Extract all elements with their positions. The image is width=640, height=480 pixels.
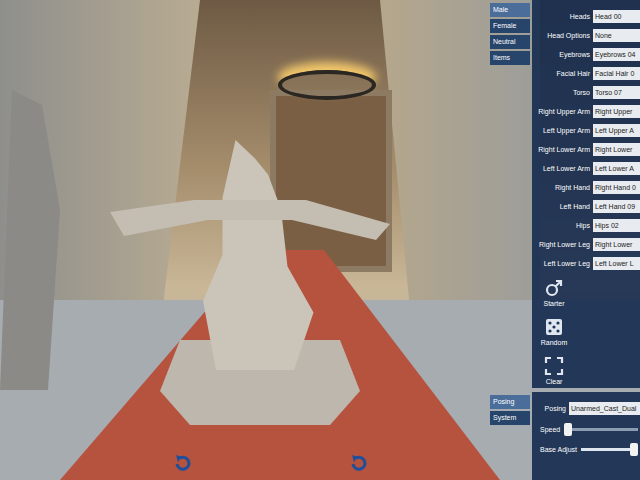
part-dropdown[interactable]: None bbox=[593, 29, 640, 42]
gender-tabs: Male Female Neutral Items bbox=[490, 0, 530, 388]
bottom-tab[interactable]: Posing bbox=[490, 395, 530, 409]
bottom-tab[interactable]: System bbox=[490, 411, 530, 425]
actions: Starter Random Clear bbox=[534, 274, 640, 385]
part-row: Left Lower LegLeft Lower L bbox=[534, 255, 640, 271]
part-row: Left Upper ArmLeft Upper A bbox=[534, 122, 640, 138]
part-dropdown[interactable]: Left Lower A bbox=[593, 162, 640, 175]
action-button[interactable]: Starter bbox=[540, 278, 568, 307]
posing-row: PosingUnarmed_Cast_Dual bbox=[534, 400, 640, 416]
part-dropdown[interactable]: Right Lower bbox=[593, 143, 640, 156]
part-dropdown[interactable]: Right Upper bbox=[593, 105, 640, 118]
slider-track[interactable] bbox=[581, 448, 638, 451]
action-button[interactable]: Random bbox=[540, 317, 568, 346]
part-dropdown[interactable]: Facial Hair 0 bbox=[593, 67, 640, 80]
parts-panel: HeadsHead 00 Head OptionsNone EyebrowsEyeb… bbox=[532, 0, 640, 388]
action-label: Clear bbox=[546, 378, 563, 385]
part-dropdown[interactable]: Torso 07 bbox=[593, 86, 640, 99]
part-row: Right Lower ArmRight Lower bbox=[534, 141, 640, 157]
part-label: Left Hand bbox=[534, 203, 590, 210]
side-panel: Male Female Neutral Items HeadsHead 00 Head O… bbox=[490, 0, 640, 480]
chandelier bbox=[278, 70, 376, 100]
part-dropdown[interactable]: Head 00 bbox=[593, 10, 640, 23]
part-dropdown[interactable]: Right Lower bbox=[593, 238, 640, 251]
rotate-icon[interactable] bbox=[172, 452, 194, 474]
slider-label: Speed bbox=[540, 426, 560, 433]
gender-tab[interactable]: Neutral bbox=[490, 35, 530, 49]
part-label: Left Lower Leg bbox=[534, 260, 590, 267]
part-row: Left Lower ArmLeft Lower A bbox=[534, 160, 640, 176]
part-label: Right Lower Leg bbox=[534, 241, 590, 248]
part-dropdown[interactable]: Left Upper A bbox=[593, 124, 640, 137]
part-label: Torso bbox=[534, 89, 590, 96]
part-row: EyebrowsEyebrows 04 bbox=[534, 46, 640, 62]
part-label: Hips bbox=[534, 222, 590, 229]
slider-row: Speed bbox=[534, 422, 640, 436]
part-row: Facial HairFacial Hair 0 bbox=[534, 65, 640, 81]
rotate-button[interactable] bbox=[348, 452, 370, 474]
part-row: HeadsHead 00 bbox=[534, 8, 640, 24]
rotate-icon[interactable] bbox=[348, 452, 370, 474]
part-dropdown[interactable]: Eyebrows 04 bbox=[593, 48, 640, 61]
part-label: Head Options bbox=[534, 32, 590, 39]
bottom-tabs: Posing System bbox=[490, 392, 530, 480]
part-label: Left Lower Arm bbox=[534, 165, 590, 172]
action-label: Starter bbox=[543, 300, 564, 307]
action-label: Random bbox=[541, 339, 567, 346]
part-label: Facial Hair bbox=[534, 70, 590, 77]
slider-handle[interactable] bbox=[564, 423, 572, 436]
posing-label: Posing bbox=[534, 405, 566, 412]
slider-label: Base Adjust bbox=[540, 446, 577, 453]
part-label: Heads bbox=[534, 13, 590, 20]
rotate-button[interactable] bbox=[172, 452, 194, 474]
part-row: Right Upper ArmRight Upper bbox=[534, 103, 640, 119]
gender-tab[interactable]: Male bbox=[490, 3, 530, 17]
part-row: HipsHips 02 bbox=[534, 217, 640, 233]
part-label: Right Hand bbox=[534, 184, 590, 191]
gender-tab[interactable]: Items bbox=[490, 51, 530, 65]
part-dropdown[interactable]: Right Hand 0 bbox=[593, 181, 640, 194]
part-dropdown[interactable]: Hips 02 bbox=[593, 219, 640, 232]
gender-tab[interactable]: Female bbox=[490, 19, 530, 33]
part-label: Right Lower Arm bbox=[534, 146, 590, 153]
part-dropdown[interactable]: Left Hand 09 bbox=[593, 200, 640, 213]
part-dropdown[interactable]: Left Lower L bbox=[593, 257, 640, 270]
part-row: Right HandRight Hand 0 bbox=[534, 179, 640, 195]
action-button[interactable]: Clear bbox=[540, 356, 568, 385]
part-label: Eyebrows bbox=[534, 51, 590, 58]
wall bbox=[380, 0, 540, 330]
part-label: Right Upper Arm bbox=[534, 108, 590, 115]
slider-row: Base Adjust bbox=[534, 442, 640, 456]
male-icon[interactable] bbox=[544, 278, 564, 298]
clear-icon[interactable] bbox=[544, 356, 564, 376]
part-row: Left HandLeft Hand 09 bbox=[534, 198, 640, 214]
part-row: Right Lower LegRight Lower bbox=[534, 236, 640, 252]
posing-panel: PosingUnarmed_Cast_Dual Speed Base Adjust bbox=[532, 392, 640, 480]
part-row: TorsoTorso 07 bbox=[534, 84, 640, 100]
slider-track[interactable] bbox=[564, 428, 638, 431]
part-row: Head OptionsNone bbox=[534, 27, 640, 43]
character-creator: Male Female Neutral Items HeadsHead 00 Head O… bbox=[0, 0, 640, 480]
slider-handle[interactable] bbox=[630, 443, 638, 456]
part-label: Left Upper Arm bbox=[534, 127, 590, 134]
posing-dropdown[interactable]: Unarmed_Cast_Dual bbox=[569, 402, 640, 415]
door bbox=[270, 90, 392, 272]
dice-icon[interactable] bbox=[544, 317, 564, 337]
